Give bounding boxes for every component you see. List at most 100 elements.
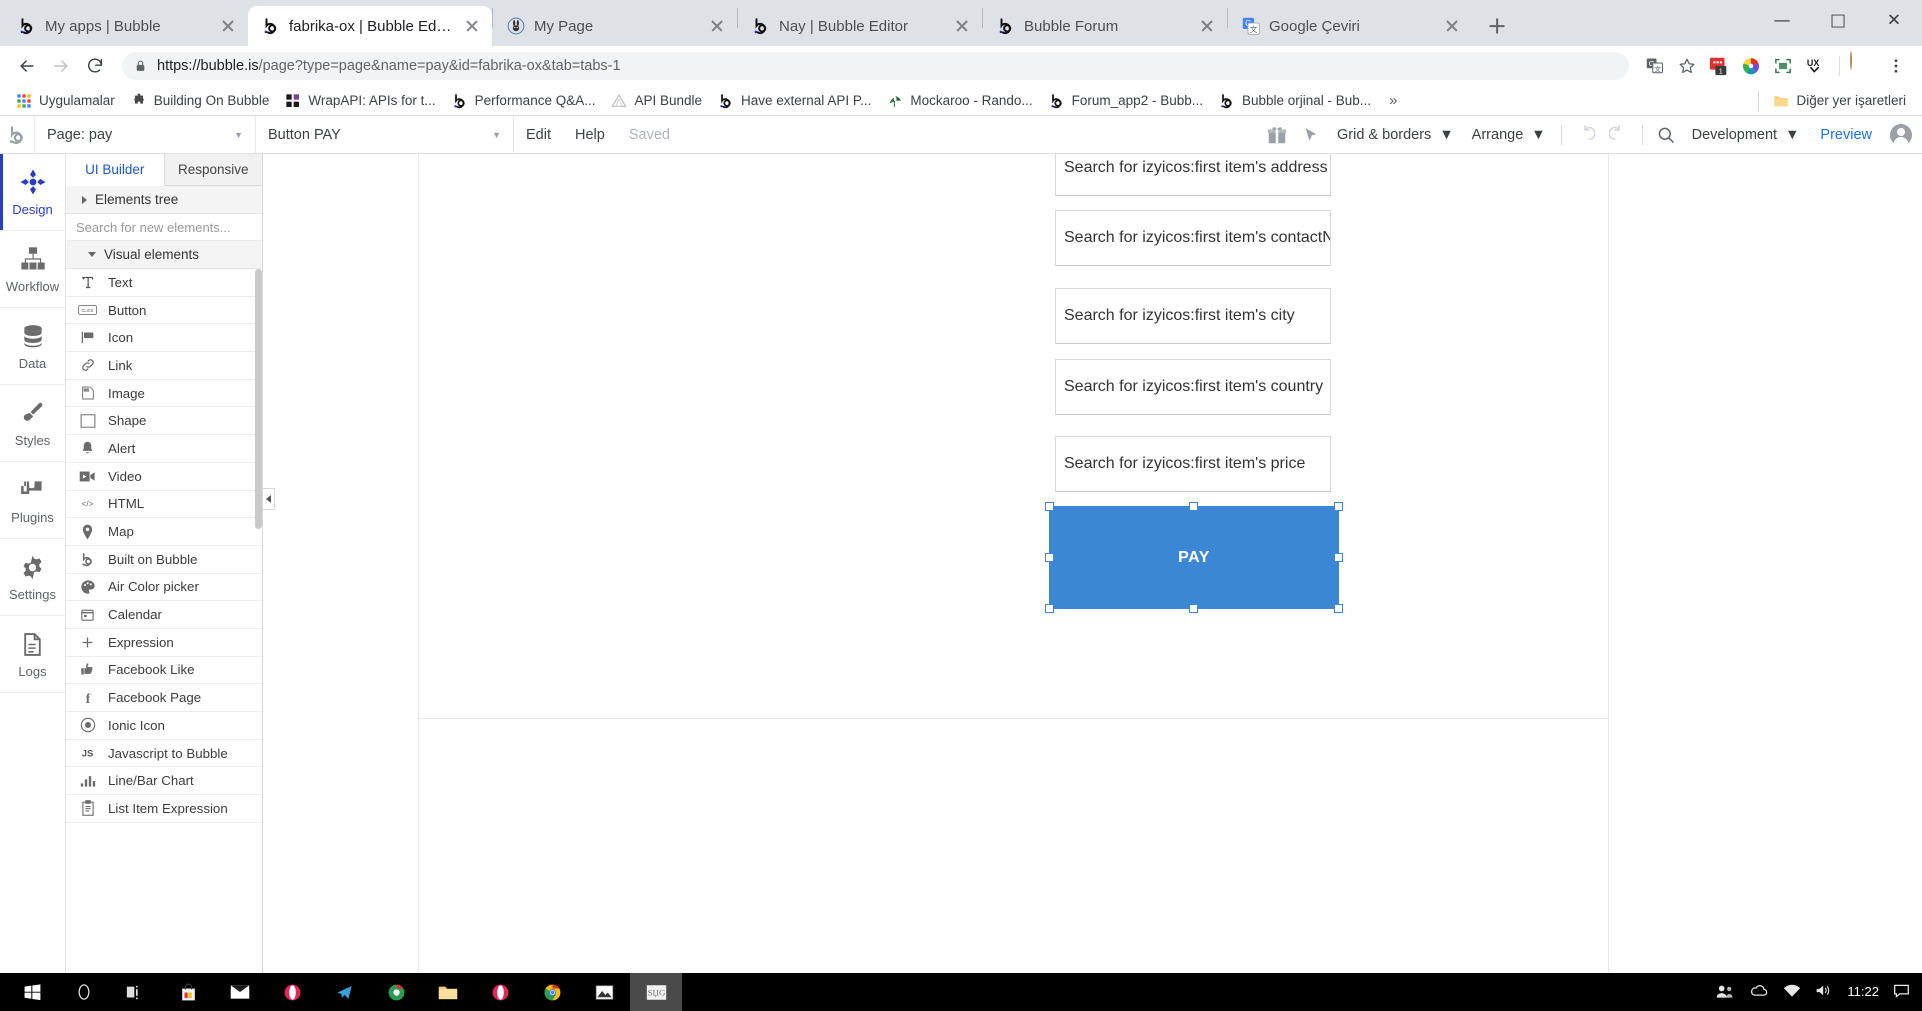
element-selector[interactable]: Button PAY ▼ xyxy=(256,115,514,154)
opera-icon[interactable] xyxy=(266,973,318,1011)
visual-elements-header[interactable]: Visual elements xyxy=(66,241,262,269)
tab-ui-builder[interactable]: UI Builder xyxy=(66,154,165,186)
close-window-button[interactable]: ✕ xyxy=(1866,0,1922,42)
resize-handle-sw[interactable] xyxy=(1045,604,1054,613)
telegram-icon[interactable] xyxy=(318,973,370,1011)
other-bookmarks-folder[interactable]: Diğer yer işaretleri xyxy=(1765,90,1914,112)
sidebar-item-styles[interactable]: Styles xyxy=(0,385,65,462)
redo-button[interactable] xyxy=(1602,118,1636,152)
sidebar-item-workflow[interactable]: Workflow xyxy=(0,231,65,308)
new-tab-button[interactable] xyxy=(1480,9,1514,43)
search-input[interactable]: Search for new elements... xyxy=(66,214,262,241)
input-element[interactable]: Search for izyicos:first item's address xyxy=(1055,154,1331,196)
sidebar-item-settings[interactable]: Settings xyxy=(0,539,65,616)
taskbar-clock[interactable]: 11:22 xyxy=(1847,984,1879,1000)
gift-icon[interactable] xyxy=(1260,118,1294,152)
ux-check-icon[interactable]: UX xyxy=(1801,52,1829,80)
address-bar[interactable]: https://bubble.is/page?type=page&name=pa… xyxy=(122,52,1629,80)
sidebar-item-design[interactable]: Design xyxy=(0,154,65,231)
sidebar-item-plugins[interactable]: Plugins xyxy=(0,462,65,539)
list-item[interactable]: Ionic Icon xyxy=(66,712,262,740)
browser-tab[interactable]: My Page xyxy=(493,6,737,46)
chrome-icon[interactable] xyxy=(526,973,578,1011)
bookmark-item[interactable]: Mockaroo - Rando... xyxy=(879,90,1040,112)
resize-handle-w[interactable] xyxy=(1045,553,1054,562)
editor-avatar[interactable] xyxy=(1890,123,1912,146)
list-item[interactable]: f Facebook Page xyxy=(66,684,262,712)
cortana-search-icon[interactable] xyxy=(58,973,110,1011)
list-item[interactable]: Link xyxy=(66,352,262,380)
grid-borders-menu[interactable]: Grid & borders ▼ xyxy=(1328,127,1463,143)
close-icon[interactable] xyxy=(1442,16,1462,36)
help-menu[interactable]: Help xyxy=(563,127,617,143)
list-item[interactable]: Expression xyxy=(66,629,262,657)
resize-handle-nw[interactable] xyxy=(1045,502,1054,511)
volume-icon[interactable] xyxy=(1815,983,1833,1001)
edit-menu[interactable]: Edit xyxy=(514,127,563,143)
browser-tab[interactable]: G文 Google Çeviri xyxy=(1228,6,1472,46)
cursor-pointer-icon[interactable] xyxy=(1294,118,1328,152)
chrome-menu-button[interactable] xyxy=(1882,52,1910,80)
list-item[interactable]: Alert xyxy=(66,435,262,463)
bookmark-item[interactable]: Have external API P... xyxy=(710,90,879,112)
onedrive-icon[interactable] xyxy=(1749,984,1769,1001)
photos-icon[interactable] xyxy=(578,973,630,1011)
resize-handle-n[interactable] xyxy=(1189,502,1198,511)
resize-handle-e[interactable] xyxy=(1334,553,1343,562)
list-item[interactable]: Facebook Like xyxy=(66,657,262,685)
list-item[interactable]: List Item Expression xyxy=(66,795,262,823)
sidebar-item-data[interactable]: Data xyxy=(0,308,65,385)
folder-icon[interactable] xyxy=(422,973,474,1011)
page-canvas-area[interactable]: Search for izyicos:first item's address … xyxy=(418,154,1609,973)
list-item[interactable]: Air Color picker xyxy=(66,574,262,602)
color-wheel-icon[interactable] xyxy=(1737,52,1765,80)
people-icon[interactable] xyxy=(1715,983,1735,1002)
list-item[interactable]: Shape xyxy=(66,407,262,436)
maximize-button[interactable]: □ xyxy=(1810,0,1866,42)
list-item[interactable]: </> HTML xyxy=(66,491,262,519)
input-element[interactable]: Search for izyicos:first item's city xyxy=(1055,288,1331,344)
close-icon[interactable] xyxy=(952,16,972,36)
elements-tree-header[interactable]: Elements tree xyxy=(66,186,262,214)
bookmark-item[interactable]: WrapAPI: APIs for t... xyxy=(277,90,443,112)
network-icon[interactable] xyxy=(1783,984,1801,1001)
arrange-menu[interactable]: Arrange ▼ xyxy=(1463,127,1555,143)
bookmark-item[interactable]: Forum_app2 - Bubb... xyxy=(1041,90,1211,112)
list-item[interactable]: Text xyxy=(66,269,262,297)
close-icon[interactable] xyxy=(218,16,238,36)
windows-start-icon[interactable] xyxy=(6,973,58,1011)
bookmark-star-icon[interactable] xyxy=(1673,52,1701,80)
back-button[interactable] xyxy=(12,51,42,81)
extension-red-icon[interactable]: 1 xyxy=(1705,52,1733,80)
list-item[interactable]: Video xyxy=(66,463,262,491)
tab-responsive[interactable]: Responsive xyxy=(165,154,263,185)
browser-tab-active[interactable]: fabrika-ox | Bubble Editor xyxy=(248,6,492,46)
store-icon[interactable] xyxy=(162,973,214,1011)
list-item[interactable]: Map xyxy=(66,518,262,546)
resize-handle-se[interactable] xyxy=(1334,604,1343,613)
mail-icon[interactable] xyxy=(214,973,266,1011)
panel-scrollbar[interactable] xyxy=(255,269,262,529)
browser-tab[interactable]: Nay | Bubble Editor xyxy=(738,6,982,46)
list-item[interactable]: Icon xyxy=(66,324,262,353)
bookmark-item[interactable]: Uygulamalar xyxy=(8,90,123,112)
bookmark-item[interactable]: Performance Q&A... xyxy=(444,90,604,112)
preview-button[interactable]: Preview xyxy=(1808,127,1884,143)
bookmark-item[interactable]: API Bundle xyxy=(603,90,710,112)
list-item[interactable]: Built on Bubble xyxy=(66,546,262,574)
input-element[interactable]: Search for izyicos:first item's price xyxy=(1055,436,1331,492)
browser-tab[interactable]: Bubble Forum xyxy=(983,6,1227,46)
bubble-logo[interactable] xyxy=(0,125,34,145)
bookmark-item[interactable]: Bubble orjinal - Bub... xyxy=(1211,90,1379,112)
close-icon[interactable] xyxy=(462,16,482,36)
screenshot-icon[interactable] xyxy=(1769,52,1797,80)
list-item[interactable]: Line/Bar Chart xyxy=(66,767,262,796)
bookmark-item[interactable]: Building On Bubble xyxy=(123,90,278,112)
resize-handle-ne[interactable] xyxy=(1334,502,1343,511)
input-element[interactable]: Search for izyicos:first item's country xyxy=(1055,359,1331,415)
profile-avatar[interactable] xyxy=(1850,51,1878,80)
reload-button[interactable] xyxy=(80,51,110,81)
editor-icon[interactable]: SЏG xyxy=(630,973,682,1011)
translate-icon[interactable]: G文 xyxy=(1641,52,1669,80)
task-view-icon[interactable] xyxy=(110,973,162,1011)
